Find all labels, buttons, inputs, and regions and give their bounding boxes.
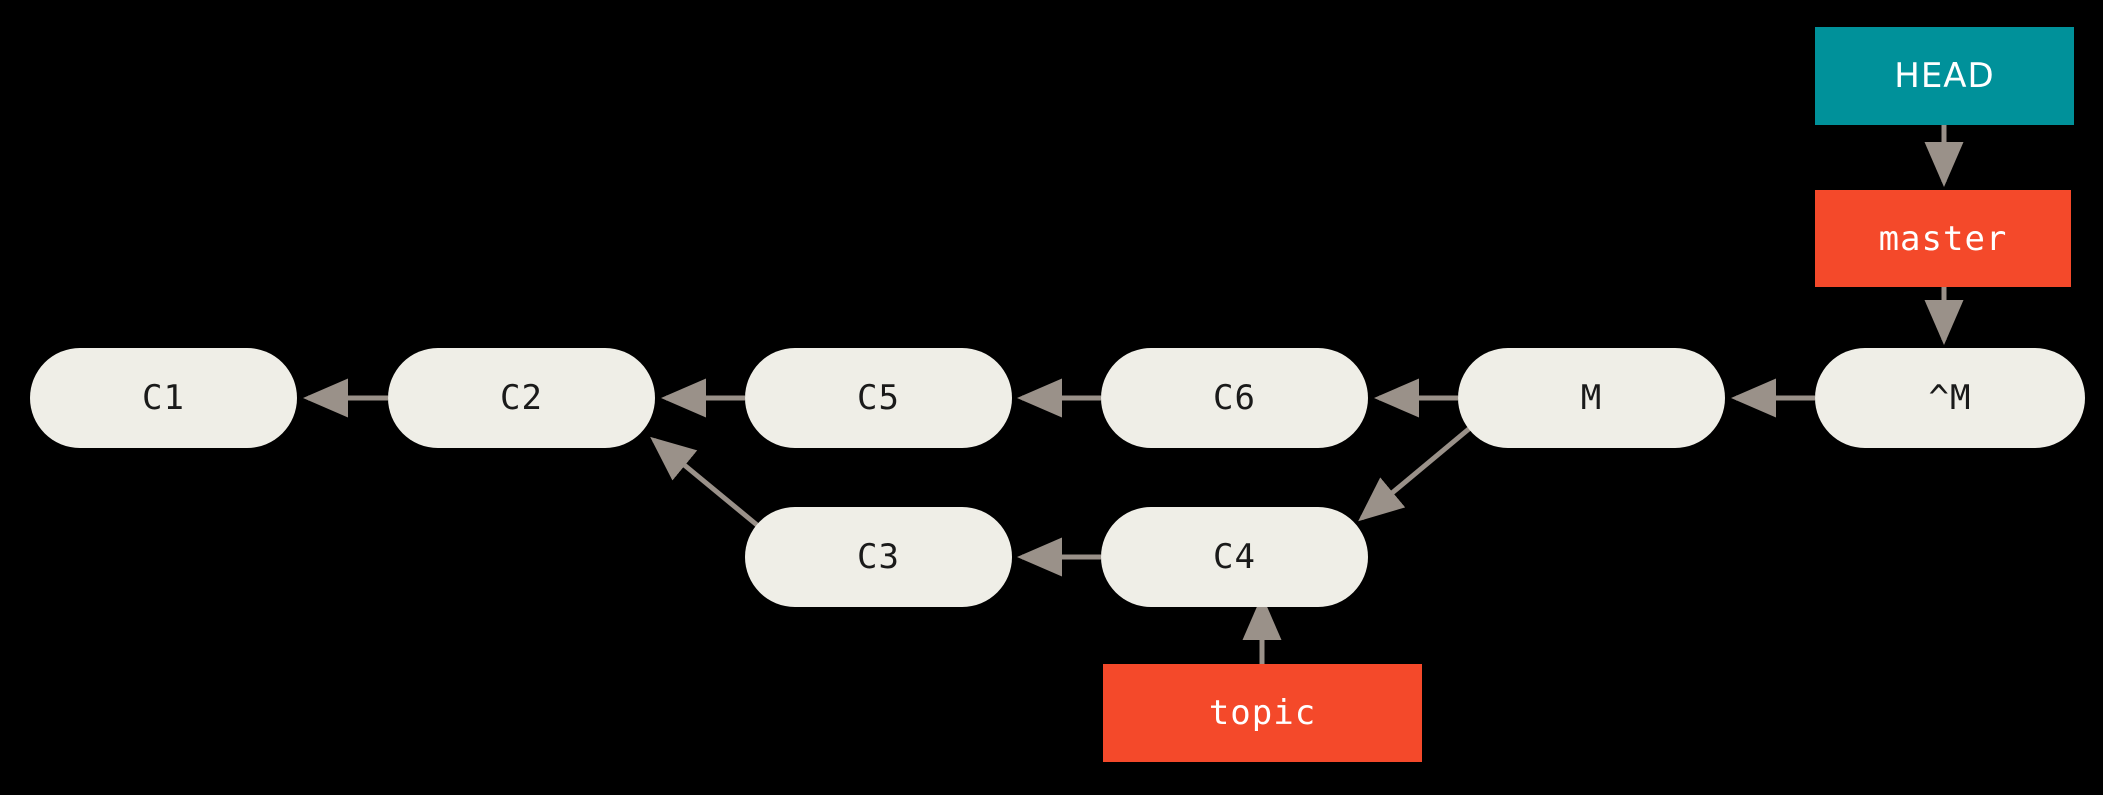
branch-label-topic[interactable]: topic	[1103, 664, 1422, 762]
commit-node-c5[interactable]: C5	[745, 348, 1012, 448]
commit-node-c4[interactable]: C4	[1101, 507, 1368, 607]
head-pointer[interactable]: HEAD	[1815, 27, 2074, 125]
commit-label: C2	[500, 378, 543, 418]
commit-node-m[interactable]: M	[1458, 348, 1725, 448]
edge-c3-to-c2	[650, 436, 759, 527]
commit-node-c3[interactable]: C3	[745, 507, 1012, 607]
commit-label: M	[1580, 378, 1603, 418]
edge-m-to-c4	[1358, 426, 1472, 522]
commit-node-c2[interactable]: C2	[388, 348, 655, 448]
commit-node-c1[interactable]: C1	[30, 348, 297, 448]
commit-label: C5	[857, 378, 900, 418]
commit-node-merge-parent[interactable]: ^M	[1815, 348, 2085, 448]
edge-layer	[303, 125, 1964, 664]
commit-label: C4	[1213, 537, 1256, 577]
commit-label: C1	[142, 378, 185, 418]
branch-label: master	[1878, 218, 2008, 259]
commit-label: ^M	[1928, 378, 1972, 418]
commit-node-c6[interactable]: C6	[1101, 348, 1368, 448]
commit-label: C6	[1213, 378, 1256, 418]
git-branch-diagram: C1 C2 C5 C6 M ^M C3 C4 HEAD master topic	[0, 0, 2103, 795]
head-label: HEAD	[1894, 56, 1995, 96]
branch-label: topic	[1208, 693, 1317, 733]
branch-label-master[interactable]: master	[1815, 190, 2071, 287]
commit-label: C3	[857, 537, 900, 577]
